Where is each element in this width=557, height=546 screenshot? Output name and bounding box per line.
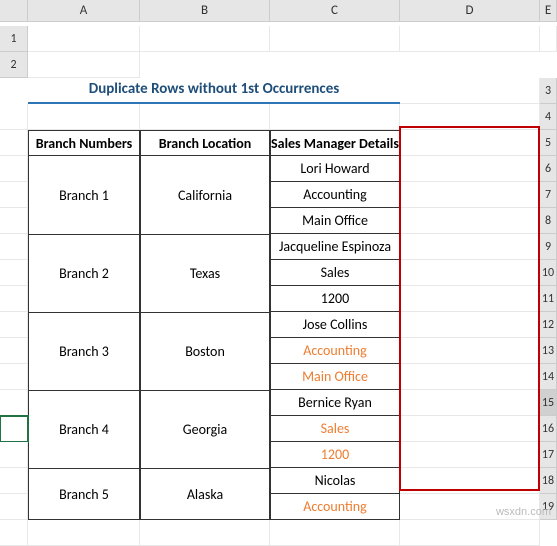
cell-C3[interactable] bbox=[140, 104, 270, 130]
cell-branch5-location[interactable]: Alaska bbox=[140, 468, 270, 520]
cell-D1[interactable] bbox=[400, 26, 540, 52]
row-header-16[interactable]: 16 bbox=[540, 416, 557, 442]
cell-E8[interactable] bbox=[400, 234, 540, 260]
cell-branch1-d2[interactable]: Accounting bbox=[270, 182, 400, 208]
header-branch-numbers[interactable]: Branch Numbers bbox=[28, 130, 140, 156]
page-title[interactable]: Duplicate Rows without 1st Occurrences bbox=[28, 78, 400, 104]
cell-E7[interactable] bbox=[400, 208, 540, 234]
cell-B3[interactable] bbox=[28, 104, 140, 130]
row-header-6[interactable]: 6 bbox=[540, 156, 557, 182]
cell-branch4-d3[interactable]: 1200 bbox=[270, 442, 400, 468]
cell-branch5-d1[interactable]: Nicolas bbox=[270, 468, 400, 494]
cell-E10[interactable] bbox=[400, 286, 540, 312]
cell-A3[interactable] bbox=[0, 104, 28, 130]
cell-branch4-location[interactable]: Georgia bbox=[140, 390, 270, 468]
spreadsheet-grid[interactable]: A B C D E 1 2 Duplicate Rows without 1st… bbox=[0, 0, 557, 546]
cell-A8[interactable] bbox=[0, 234, 28, 260]
cell-branch4-d2[interactable]: Sales bbox=[270, 416, 400, 442]
cell-branch2-number[interactable]: Branch 2 bbox=[28, 234, 140, 312]
cell-A1[interactable] bbox=[28, 26, 140, 52]
row-header-4[interactable]: 4 bbox=[540, 104, 557, 130]
cell-branch2-d3[interactable]: 1200 bbox=[270, 286, 400, 312]
cell-A2[interactable] bbox=[28, 52, 140, 78]
select-all-corner[interactable] bbox=[0, 0, 28, 22]
cell-E13[interactable] bbox=[400, 364, 540, 390]
cell-branch3-d2[interactable]: Accounting bbox=[270, 338, 400, 364]
cell-branch4-d1[interactable]: Bernice Ryan bbox=[270, 390, 400, 416]
cell-E5[interactable] bbox=[400, 156, 540, 182]
cell-branch1-d3[interactable]: Main Office bbox=[270, 208, 400, 234]
watermark: wsxdn.com bbox=[496, 506, 551, 518]
cell-E16[interactable] bbox=[400, 442, 540, 468]
cell-branch3-d3[interactable]: Main Office bbox=[270, 364, 400, 390]
cell-A16[interactable] bbox=[0, 442, 28, 468]
cell-A12[interactable] bbox=[0, 338, 28, 364]
row-header-7[interactable]: 7 bbox=[540, 182, 557, 208]
cell-A10[interactable] bbox=[0, 286, 28, 312]
cell-A18[interactable] bbox=[0, 494, 28, 520]
col-header-D[interactable]: D bbox=[400, 0, 540, 22]
cell-E2[interactable] bbox=[400, 78, 540, 104]
cell-branch1-d1[interactable]: Lori Howard bbox=[270, 156, 400, 182]
cell-branch2-d1[interactable]: Jacqueline Espinoza bbox=[270, 234, 400, 260]
cell-E11[interactable] bbox=[400, 312, 540, 338]
cell-A4[interactable] bbox=[0, 130, 28, 156]
cell-C1[interactable] bbox=[270, 26, 400, 52]
cell-A9[interactable] bbox=[0, 260, 28, 286]
row-header-17[interactable]: 17 bbox=[540, 442, 557, 468]
cell-E6[interactable] bbox=[400, 182, 540, 208]
cell-D3[interactable] bbox=[270, 104, 400, 130]
cell-E14[interactable] bbox=[400, 390, 540, 416]
cell-A14[interactable] bbox=[0, 390, 28, 416]
cell-E17[interactable] bbox=[400, 468, 540, 494]
cell-branch1-location[interactable]: California bbox=[140, 156, 270, 234]
cell-branch1-number[interactable]: Branch 1 bbox=[28, 156, 140, 234]
cell-E3[interactable] bbox=[400, 104, 540, 130]
row-header-12[interactable]: 12 bbox=[540, 312, 557, 338]
cell-A15-active[interactable] bbox=[0, 416, 28, 442]
cell-branch2-location[interactable]: Texas bbox=[140, 234, 270, 312]
cell-branch3-location[interactable]: Boston bbox=[140, 312, 270, 390]
cell-branch5-number[interactable]: Branch 5 bbox=[28, 468, 140, 520]
cell-E4[interactable] bbox=[400, 130, 540, 156]
cell-B1[interactable] bbox=[140, 26, 270, 52]
cell-branch3-d1[interactable]: Jose Collins bbox=[270, 312, 400, 338]
row-header-8[interactable]: 8 bbox=[540, 208, 557, 234]
row-header-18[interactable]: 18 bbox=[540, 468, 557, 494]
cell-A5[interactable] bbox=[0, 156, 28, 182]
header-sales-manager[interactable]: Sales Manager Details bbox=[270, 130, 400, 156]
row-header-13[interactable]: 13 bbox=[540, 338, 557, 364]
row-header-2[interactable]: 2 bbox=[0, 52, 28, 78]
row-header-5[interactable]: 5 bbox=[540, 130, 557, 156]
cell-A7[interactable] bbox=[0, 208, 28, 234]
cell-A13[interactable] bbox=[0, 364, 28, 390]
cell-branch2-d2[interactable]: Sales bbox=[270, 260, 400, 286]
cell-branch5-d2[interactable]: Accounting bbox=[270, 494, 400, 520]
row-header-14[interactable]: 14 bbox=[540, 364, 557, 390]
col-header-B[interactable]: B bbox=[140, 0, 270, 22]
col-header-E[interactable]: E bbox=[540, 0, 557, 22]
cell-E12[interactable] bbox=[400, 338, 540, 364]
row-header-1[interactable]: 1 bbox=[0, 26, 28, 52]
row-header-15[interactable]: 15 bbox=[540, 390, 557, 416]
row-header-9[interactable]: 9 bbox=[540, 234, 557, 260]
cell-E15[interactable] bbox=[400, 416, 540, 442]
cell-A17[interactable] bbox=[0, 468, 28, 494]
cell-A6[interactable] bbox=[0, 182, 28, 208]
col-header-A[interactable]: A bbox=[28, 0, 140, 22]
row-header-11[interactable]: 11 bbox=[540, 286, 557, 312]
cell-E9[interactable] bbox=[400, 260, 540, 286]
row-header-10[interactable]: 10 bbox=[540, 260, 557, 286]
cell-A11[interactable] bbox=[0, 312, 28, 338]
row-header-3[interactable]: 3 bbox=[540, 78, 557, 104]
col-header-C[interactable]: C bbox=[270, 0, 400, 22]
cell-branch4-number[interactable]: Branch 4 bbox=[28, 390, 140, 468]
cell-E1[interactable] bbox=[540, 26, 557, 52]
header-branch-location[interactable]: Branch Location bbox=[140, 130, 270, 156]
cell-branch3-number[interactable]: Branch 3 bbox=[28, 312, 140, 390]
